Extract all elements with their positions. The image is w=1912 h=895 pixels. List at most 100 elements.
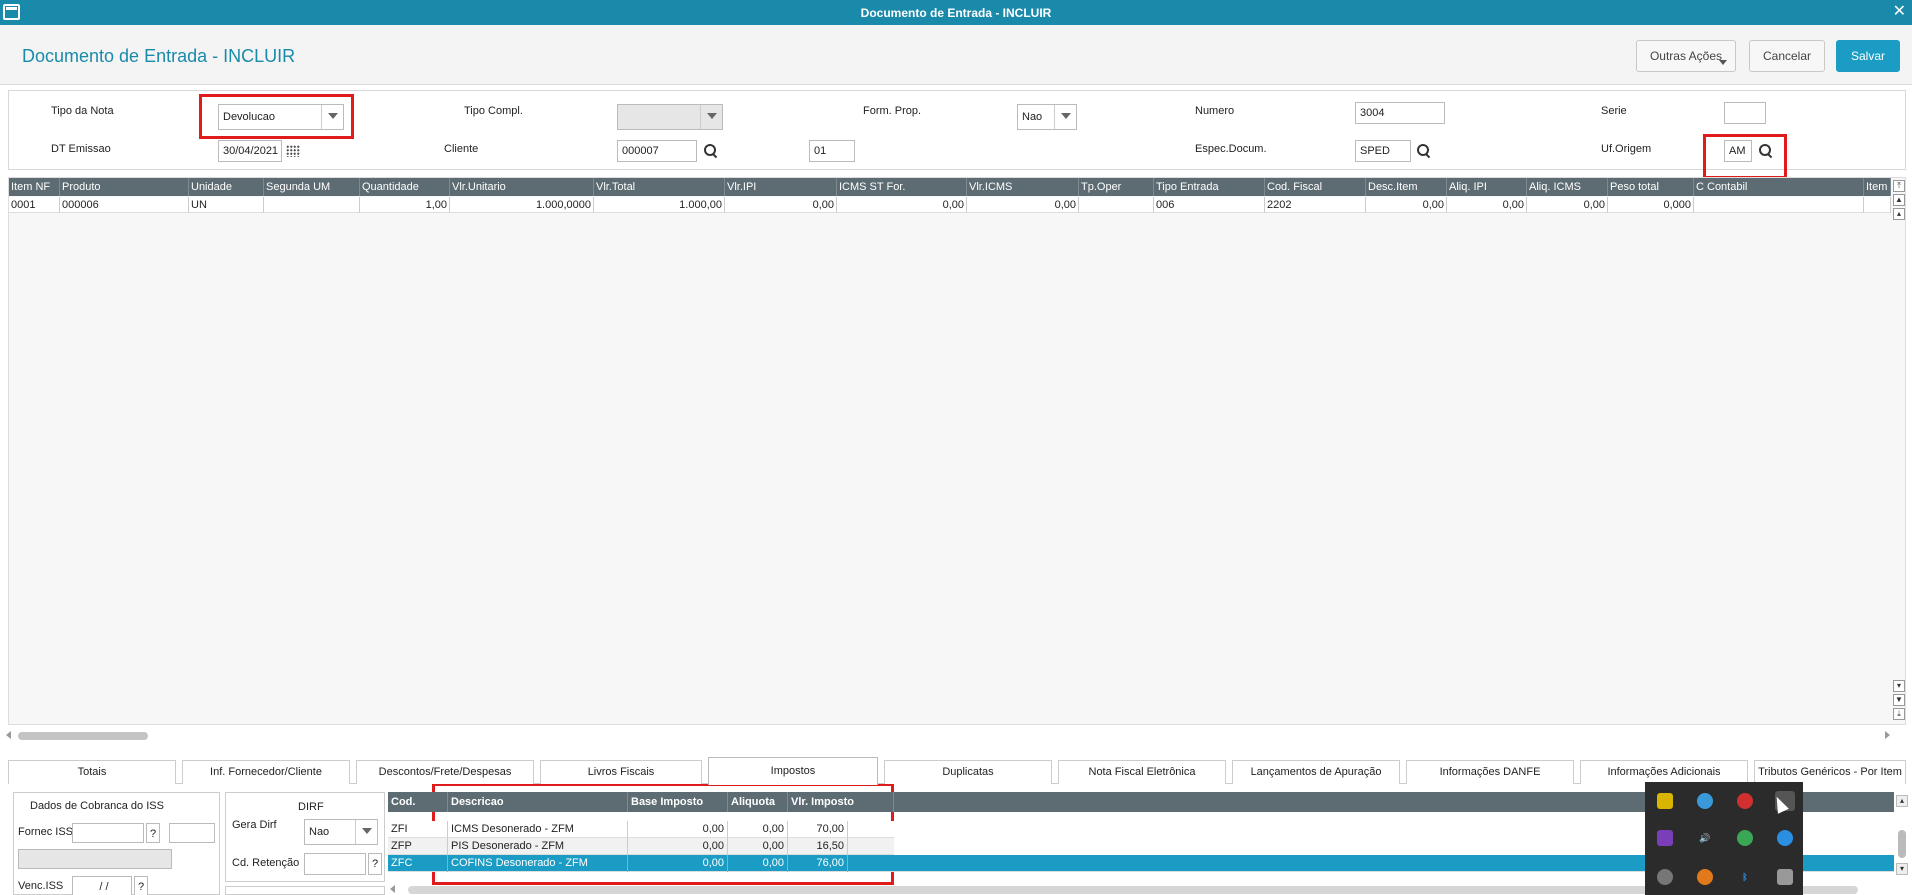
cell[interactable]: 76,00 <box>788 855 848 872</box>
cell[interactable]: 0,00 <box>628 838 728 855</box>
save-button[interactable]: Salvar <box>1836 40 1900 72</box>
col-produto[interactable]: Produto <box>60 178 189 196</box>
col-aliq-ipi[interactable]: Aliq. IPI <box>1447 178 1527 196</box>
cell[interactable]: 0,00 <box>628 855 728 872</box>
arrow-right-icon[interactable] <box>1885 731 1890 739</box>
col-item-nf[interactable]: Item NF <box>9 178 60 196</box>
gera-dirf-select[interactable]: Nao <box>304 819 378 845</box>
cell[interactable]: 0,00 <box>728 838 788 855</box>
arrow-left-icon[interactable] <box>6 731 11 739</box>
col-segunda-um[interactable]: Segunda UM <box>264 178 360 196</box>
col-tipo-entrada[interactable]: Tipo Entrada <box>1154 178 1265 196</box>
cell[interactable]: ZFP <box>388 838 448 855</box>
cell[interactable]: ZFI <box>388 821 448 838</box>
col-peso-total[interactable]: Peso total <box>1608 178 1694 196</box>
dt-emissao-input[interactable]: 30/04/2021 <box>218 140 282 162</box>
col-desc-item[interactable]: Desc.Item <box>1366 178 1447 196</box>
tab-info-adicionais[interactable]: Informações Adicionais <box>1580 760 1748 784</box>
scrollbar-thumb[interactable] <box>18 732 148 740</box>
cell[interactable]: 0,00 <box>728 855 788 872</box>
serie-input[interactable] <box>1724 102 1766 124</box>
cell[interactable]: 0001 <box>9 197 60 213</box>
cell[interactable]: 16,50 <box>788 838 848 855</box>
col-cod-fiscal[interactable]: Cod. Fiscal <box>1265 178 1366 196</box>
cell[interactable]: 006 <box>1154 197 1265 213</box>
tipo-compl-select[interactable] <box>617 104 723 130</box>
help-button[interactable]: ? <box>146 823 160 843</box>
cloud-icon[interactable] <box>1697 869 1713 885</box>
tab-descontos[interactable]: Descontos/Frete/Despesas <box>356 760 534 784</box>
numero-input[interactable]: 3004 <box>1355 102 1445 124</box>
col-item-co[interactable]: Item Co <box>1864 178 1891 196</box>
help-button[interactable]: ? <box>368 853 382 875</box>
tab-inf-fornecedor[interactable]: Inf. Fornecedor/Cliente <box>182 760 350 784</box>
scroll-up-button[interactable]: ▴ <box>1893 208 1905 220</box>
col-c-contabil[interactable]: C Contabil <box>1694 178 1864 196</box>
cell[interactable]: 0,00 <box>1447 197 1527 213</box>
col-vlr-icms[interactable]: Vlr.ICMS <box>967 178 1079 196</box>
col-cod[interactable]: Cod. <box>388 792 448 812</box>
cell[interactable]: 1.000,00 <box>594 197 725 213</box>
cancel-button[interactable]: Cancelar <box>1749 40 1825 72</box>
help-button[interactable]: ? <box>134 876 148 895</box>
cell[interactable]: 1,00 <box>360 197 450 213</box>
cell[interactable]: 70,00 <box>788 821 848 838</box>
fornec-iss-loja-input[interactable] <box>169 823 215 843</box>
cell[interactable]: 0,00 <box>628 821 728 838</box>
tab-impostos[interactable]: Impostos <box>708 757 878 785</box>
chat-icon[interactable] <box>1657 869 1673 885</box>
cell[interactable] <box>1694 197 1864 213</box>
app-red-icon[interactable] <box>1737 793 1753 809</box>
cell[interactable]: 000006 <box>60 197 189 213</box>
scroll-page-down-button[interactable]: ▼ <box>1893 694 1905 706</box>
scroll-page-up-button[interactable]: ▲ <box>1893 194 1905 206</box>
tab-nfe[interactable]: Nota Fiscal Eletrônica <box>1058 760 1226 784</box>
cell[interactable] <box>1079 197 1154 213</box>
venc-iss-input[interactable]: / / <box>72 876 132 895</box>
speaker-icon[interactable]: 🔊 <box>1697 830 1713 846</box>
calendar-icon[interactable] <box>286 145 300 157</box>
cd-retencao-input[interactable] <box>304 853 366 875</box>
cell[interactable]: 2202 <box>1265 197 1366 213</box>
table-row[interactable]: 0001 000006 UN 1,00 1.000,0000 1.000,00 … <box>9 197 1891 213</box>
scroll-down-button[interactable]: ▾ <box>1893 680 1905 692</box>
col-descricao[interactable]: Descricao <box>448 792 628 812</box>
security-shield-icon[interactable] <box>1657 793 1673 809</box>
cell[interactable]: 0,00 <box>725 197 837 213</box>
tab-tributos-genericos[interactable]: Tributos Genéricos - Por Item <box>1754 760 1906 784</box>
espec-docum-input[interactable]: SPED <box>1355 140 1411 162</box>
chevron-down-icon[interactable] <box>700 105 722 129</box>
cell[interactable]: COFINS Desonerado - ZFM <box>448 855 628 872</box>
cell[interactable]: 0,00 <box>837 197 967 213</box>
cell[interactable]: 0,00 <box>967 197 1079 213</box>
chrome-icon[interactable] <box>1737 830 1753 846</box>
loja-input[interactable]: 01 <box>809 140 855 162</box>
form-prop-select[interactable]: Nao <box>1017 104 1077 130</box>
chevron-down-icon[interactable] <box>1054 105 1076 129</box>
scrollbar-thumb[interactable] <box>408 886 1858 894</box>
tab-danfe[interactable]: Informações DANFE <box>1406 760 1574 784</box>
scroll-top-button[interactable]: ⤒ <box>1893 180 1905 192</box>
col-quantidade[interactable]: Quantidade <box>360 178 450 196</box>
col-aliq-icms[interactable]: Aliq. ICMS <box>1527 178 1608 196</box>
outras-acoes-button[interactable]: Outras Ações <box>1636 40 1736 72</box>
cell[interactable]: 0,00 <box>1527 197 1608 213</box>
scroll-up-button[interactable]: ▴ <box>1896 795 1908 807</box>
cell[interactable]: ZFC <box>388 855 448 872</box>
cell[interactable] <box>264 197 360 213</box>
globe-icon[interactable] <box>1697 793 1713 809</box>
col-icms-st-for[interactable]: ICMS ST For. <box>837 178 967 196</box>
col-base-imposto[interactable]: Base Imposto <box>628 792 728 812</box>
tab-lancamentos[interactable]: Lançamentos de Apuração <box>1232 760 1400 784</box>
tab-livros-fiscais[interactable]: Livros Fiscais <box>540 760 702 784</box>
bluetooth-icon[interactable]: ᛒ <box>1737 869 1753 885</box>
nx-icon[interactable] <box>1657 830 1673 846</box>
tab-duplicatas[interactable]: Duplicatas <box>884 760 1052 784</box>
horizontal-scrollbar[interactable] <box>4 729 1892 741</box>
search-icon[interactable] <box>1417 144 1431 158</box>
col-vlr-imposto[interactable]: Vlr. Imposto <box>788 792 894 812</box>
table-row[interactable]: ZFP PIS Desonerado - ZFM 0,00 0,00 16,50 <box>388 838 894 855</box>
cell[interactable]: 0,000 <box>1608 197 1694 213</box>
edge-icon[interactable] <box>1777 830 1793 846</box>
col-unidade[interactable]: Unidade <box>189 178 264 196</box>
